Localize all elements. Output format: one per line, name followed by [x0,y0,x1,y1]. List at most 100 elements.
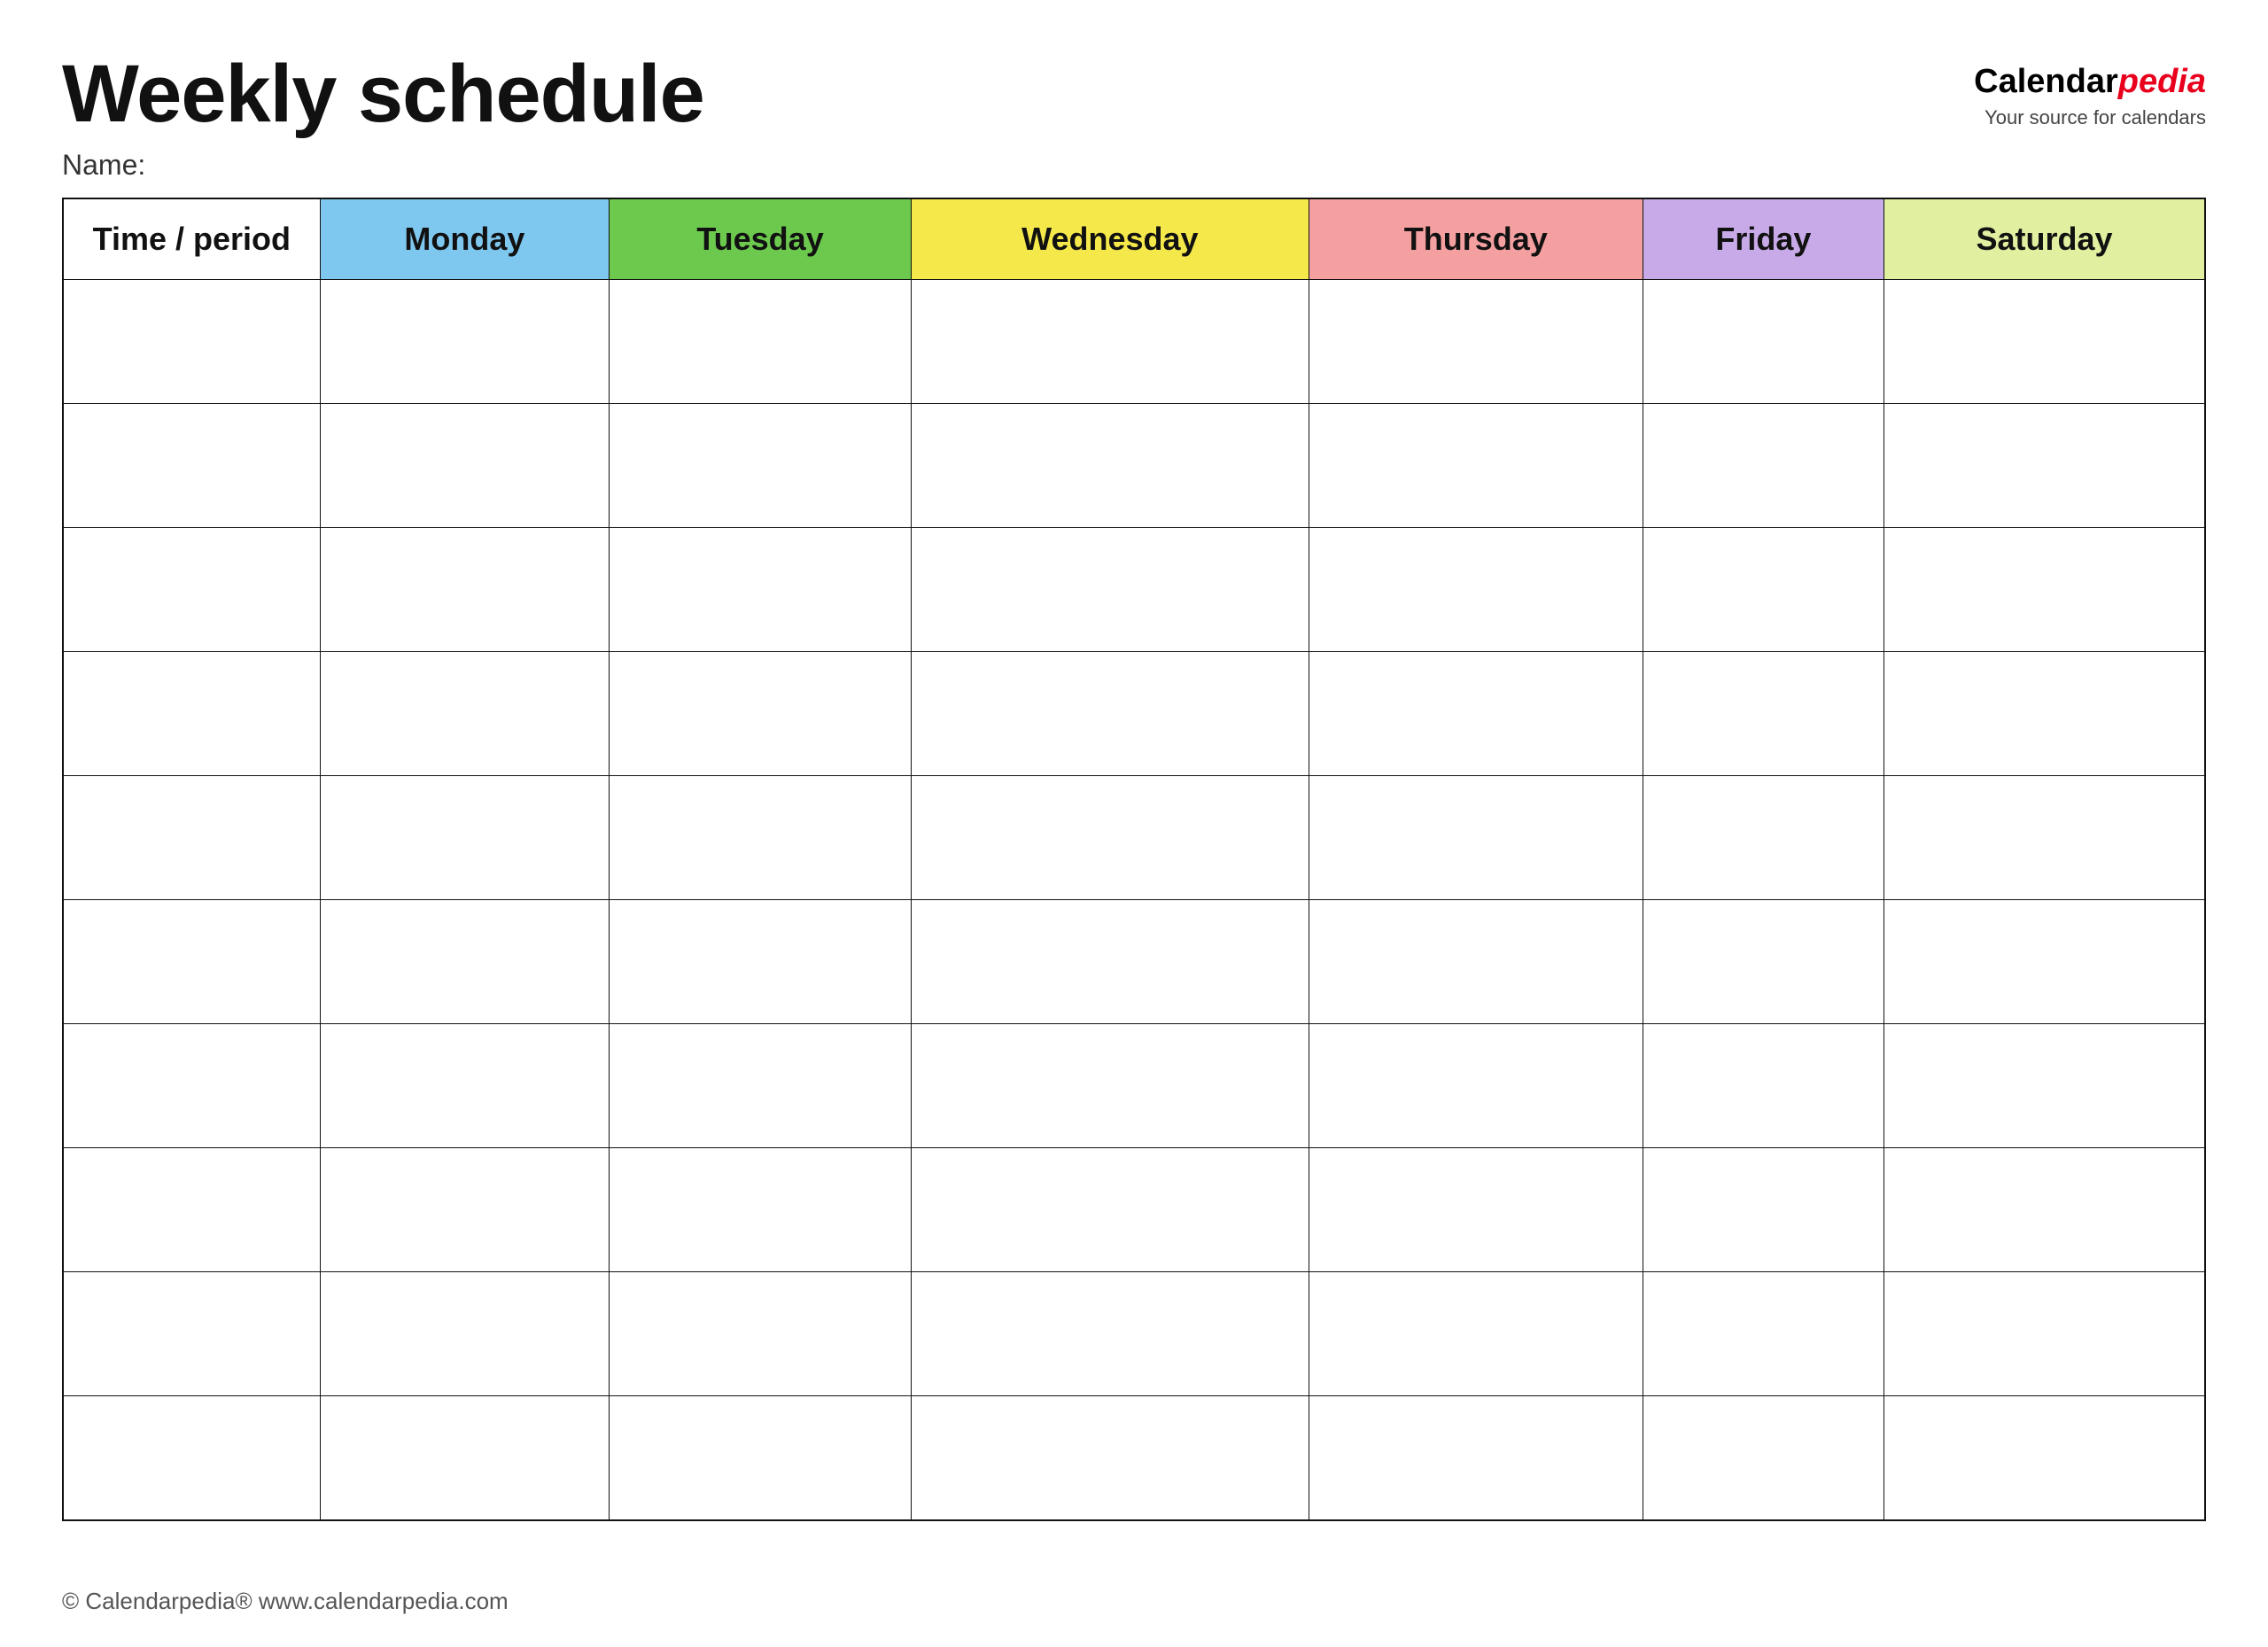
table-cell[interactable] [320,528,610,652]
table-cell[interactable] [610,652,912,776]
table-cell[interactable] [63,900,320,1024]
table-cell[interactable] [911,404,1309,528]
table-cell[interactable] [1884,1024,2205,1148]
table-header: Time / period Monday Tuesday Wednesday T… [63,198,2205,280]
table-cell[interactable] [320,900,610,1024]
table-row [63,528,2205,652]
table-cell[interactable] [320,1272,610,1396]
table-cell[interactable] [1643,280,1884,404]
table-cell[interactable] [1309,1148,1643,1272]
table-cell[interactable] [1643,1396,1884,1520]
title-section: Weekly schedule Name: [62,53,704,182]
table-cell[interactable] [1884,280,2205,404]
col-header-saturday: Saturday [1884,198,2205,280]
header-row: Time / period Monday Tuesday Wednesday T… [63,198,2205,280]
table-body [63,280,2205,1520]
table-row [63,652,2205,776]
table-cell[interactable] [320,404,610,528]
table-cell[interactable] [1884,652,2205,776]
schedule-table: Time / period Monday Tuesday Wednesday T… [62,198,2206,1521]
table-cell[interactable] [911,1272,1309,1396]
table-row [63,1396,2205,1520]
table-cell[interactable] [1309,280,1643,404]
footer-copyright: © Calendarpedia® www.calendarpedia.com [62,1588,509,1615]
table-cell[interactable] [1309,652,1643,776]
table-row [63,280,2205,404]
table-cell[interactable] [911,1396,1309,1520]
table-cell[interactable] [1884,1396,2205,1520]
table-cell[interactable] [1884,1272,2205,1396]
table-cell[interactable] [610,280,912,404]
table-cell[interactable] [1884,1148,2205,1272]
table-cell[interactable] [911,1148,1309,1272]
table-cell[interactable] [1643,528,1884,652]
table-cell[interactable] [1309,776,1643,900]
table-cell[interactable] [911,280,1309,404]
table-cell[interactable] [1309,404,1643,528]
table-cell[interactable] [63,776,320,900]
table-cell[interactable] [1884,900,2205,1024]
logo-area: Calendarpedia Your source for calendars [1974,62,2206,129]
table-cell[interactable] [911,776,1309,900]
logo-accent-text: pedia [2118,63,2206,100]
table-cell[interactable] [1309,1396,1643,1520]
table-cell[interactable] [1643,1148,1884,1272]
table-cell[interactable] [610,1396,912,1520]
table-cell[interactable] [320,280,610,404]
col-header-wednesday: Wednesday [911,198,1309,280]
col-header-tuesday: Tuesday [610,198,912,280]
table-cell[interactable] [63,1148,320,1272]
table-cell[interactable] [63,280,320,404]
table-cell[interactable] [1643,776,1884,900]
table-cell[interactable] [911,652,1309,776]
table-cell[interactable] [320,1024,610,1148]
table-cell[interactable] [610,1024,912,1148]
table-cell[interactable] [63,1396,320,1520]
table-cell[interactable] [610,900,912,1024]
table-cell[interactable] [63,528,320,652]
table-row [63,1024,2205,1148]
table-cell[interactable] [610,528,912,652]
table-cell[interactable] [610,1272,912,1396]
col-header-friday: Friday [1643,198,1884,280]
table-cell[interactable] [1309,900,1643,1024]
table-cell[interactable] [1643,1272,1884,1396]
table-cell[interactable] [1884,528,2205,652]
table-cell[interactable] [1643,652,1884,776]
logo-brand-text: Calendar [1974,63,2118,100]
table-cell[interactable] [63,1272,320,1396]
name-label: Name: [62,149,704,182]
table-cell[interactable] [320,1396,610,1520]
logo-brand: Calendarpedia [1974,62,2206,103]
table-cell[interactable] [911,528,1309,652]
table-cell[interactable] [911,1024,1309,1148]
table-cell[interactable] [911,900,1309,1024]
table-cell[interactable] [63,404,320,528]
table-cell[interactable] [320,1148,610,1272]
table-row [63,900,2205,1024]
table-cell[interactable] [1309,1024,1643,1148]
col-header-monday: Monday [320,198,610,280]
table-cell[interactable] [320,776,610,900]
table-cell[interactable] [1884,776,2205,900]
table-cell[interactable] [63,1024,320,1148]
table-cell[interactable] [610,1148,912,1272]
logo-tagline: Your source for calendars [1974,106,2206,129]
page-title: Weekly schedule [62,53,704,135]
table-cell[interactable] [1309,528,1643,652]
table-cell[interactable] [63,652,320,776]
table-cell[interactable] [1309,1272,1643,1396]
table-cell[interactable] [1884,404,2205,528]
table-cell[interactable] [610,404,912,528]
table-cell[interactable] [1643,404,1884,528]
table-row [63,1148,2205,1272]
table-cell[interactable] [1643,900,1884,1024]
table-row [63,1272,2205,1396]
col-header-thursday: Thursday [1309,198,1643,280]
header: Weekly schedule Name: Calendarpedia Your… [62,53,2206,182]
table-row [63,404,2205,528]
table-cell[interactable] [320,652,610,776]
table-cell[interactable] [610,776,912,900]
table-cell[interactable] [1643,1024,1884,1148]
col-header-time: Time / period [63,198,320,280]
